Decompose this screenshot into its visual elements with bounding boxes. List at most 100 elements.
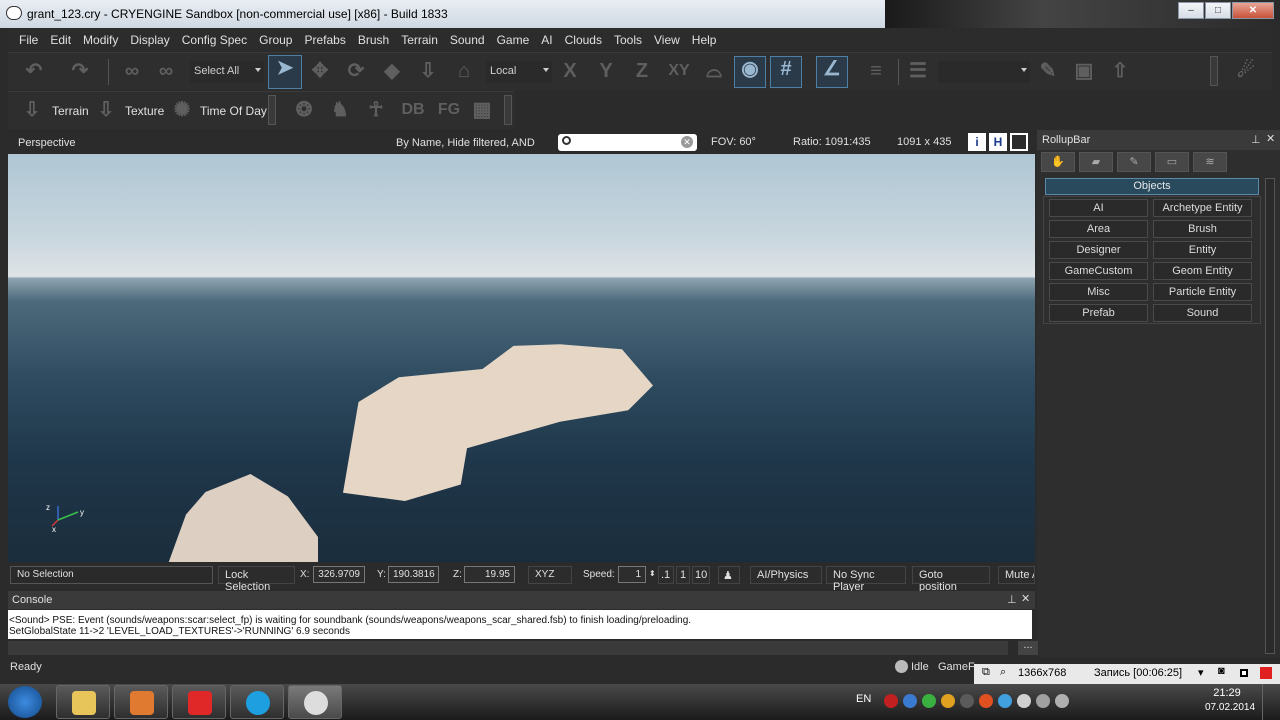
redo-icon[interactable]: ↷ <box>68 59 92 83</box>
info-toggle-button[interactable]: i <box>968 133 986 151</box>
terrain-snap-icon[interactable]: ⇩ <box>416 59 440 83</box>
tray-volume-icon[interactable] <box>1036 694 1050 708</box>
console-log[interactable]: <Sound> PSE: Event (sounds/weapons:scar:… <box>8 610 1032 639</box>
start-button[interactable] <box>8 686 42 718</box>
menu-edit[interactable]: Edit <box>45 29 76 51</box>
tray-skype-icon[interactable] <box>998 694 1012 708</box>
close-icon[interactable]: ✕ <box>1021 592 1030 605</box>
object-prefab-button[interactable]: Prefab <box>1049 304 1148 322</box>
window-icon[interactable]: ⧉ <box>982 666 990 679</box>
no-sync-player-button[interactable]: No Sync Player <box>826 566 906 593</box>
menu-file[interactable]: File <box>14 29 43 51</box>
toolbar-grip[interactable] <box>268 95 276 125</box>
grid-view-icon[interactable]: ▦ <box>470 98 494 122</box>
sun-icon[interactable]: ✺ <box>170 98 194 122</box>
object-geom-entity-button[interactable]: Geom Entity <box>1153 262 1252 280</box>
character-editor-icon[interactable]: ♞ <box>328 98 352 122</box>
menu-config-spec[interactable]: Config Spec <box>177 29 252 51</box>
toolbar-grip[interactable] <box>1210 56 1218 86</box>
tray-shield-icon[interactable] <box>941 694 955 708</box>
menu-group[interactable]: Group <box>254 29 297 51</box>
objects-section-header[interactable]: Objects <box>1045 178 1259 195</box>
tab-display-icon[interactable]: ▭ <box>1155 152 1189 172</box>
terrain-follow-icon[interactable]: ⌓ <box>702 59 726 83</box>
z-coordinate-input[interactable]: 19.95 <box>464 566 515 583</box>
object-ai-button[interactable]: AI <box>1049 199 1148 217</box>
menu-display[interactable]: Display <box>125 29 174 51</box>
close-button[interactable]: ✕ <box>1232 2 1274 19</box>
menu-prefabs[interactable]: Prefabs <box>299 29 350 51</box>
skype-taskbar-button[interactable] <box>230 685 284 719</box>
taskbar-clock[interactable]: 21:29 07.02.2014 <box>1205 687 1255 713</box>
minimize-button[interactable]: – <box>1178 2 1204 19</box>
time-of-day-label[interactable]: Time Of Day <box>200 104 267 118</box>
texture-icon[interactable]: ⇩ <box>94 98 118 122</box>
undo-icon[interactable]: ↶ <box>22 59 46 83</box>
tab-terrain-icon[interactable]: ▰ <box>1079 152 1113 172</box>
rollup-scrollbar[interactable] <box>1265 178 1275 654</box>
media-player-taskbar-button[interactable] <box>114 685 168 719</box>
database-button[interactable]: DB <box>398 98 428 122</box>
ruler-icon[interactable]: ≡ <box>864 59 888 83</box>
axis-xy-button[interactable]: XY <box>664 59 694 83</box>
lock-selection-button[interactable]: Lock Selection <box>218 566 295 593</box>
scale-icon[interactable]: ◆ <box>380 59 404 83</box>
helpers-toggle-button[interactable]: H <box>989 133 1007 151</box>
tab-modelling-icon[interactable]: ✎ <box>1117 152 1151 172</box>
axis-y-button[interactable]: Y <box>594 59 618 83</box>
terrain-icon[interactable]: ⇩ <box>20 98 44 122</box>
ai-physics-button[interactable]: AI/Physics <box>750 566 822 584</box>
speed-spinner-icon[interactable]: ⬍ <box>649 569 656 578</box>
object-snap-icon[interactable]: ⌂ <box>452 59 476 83</box>
menu-help[interactable]: Help <box>687 29 722 51</box>
object-gamecustom-button[interactable]: GameCustom <box>1049 262 1148 280</box>
layer-list-icon[interactable]: ☰ <box>906 59 930 83</box>
menu-terrain[interactable]: Terrain <box>396 29 443 51</box>
speed-input[interactable]: 1 <box>618 566 646 583</box>
menu-view[interactable]: View <box>649 29 685 51</box>
yandex-browser-taskbar-button[interactable] <box>172 685 226 719</box>
grid-snap-icon[interactable]: # <box>770 56 802 88</box>
menu-sound[interactable]: Sound <box>445 29 490 51</box>
tray-network-icon[interactable] <box>903 694 917 708</box>
terrain-collision-icon[interactable]: ♟ <box>718 566 740 584</box>
object-misc-button[interactable]: Misc <box>1049 283 1148 301</box>
tray-signal-icon[interactable] <box>1055 694 1069 708</box>
material-ball-icon[interactable]: ❂ <box>292 98 316 122</box>
speed-1-button[interactable]: 1 <box>676 566 690 584</box>
object-archetype-entity-button[interactable]: Archetype Entity <box>1153 199 1252 217</box>
object-area-button[interactable]: Area <box>1049 220 1148 238</box>
tab-objects-icon[interactable]: ✋ <box>1041 152 1075 172</box>
console-more-button[interactable]: ... <box>1018 640 1038 655</box>
cryengine-app-icon[interactable] <box>6 6 22 20</box>
pin-icon[interactable]: ⊥ <box>1007 593 1017 606</box>
axis-x-button[interactable]: X <box>558 59 582 83</box>
show-desktop-button[interactable] <box>1262 684 1280 720</box>
menu-tools[interactable]: Tools <box>609 29 647 51</box>
select-cursor-icon[interactable]: ➤ <box>268 55 302 89</box>
speed-01-button[interactable]: .1 <box>658 566 674 584</box>
tray-flag-icon[interactable] <box>1017 694 1031 708</box>
tray-opera-icon[interactable] <box>979 694 993 708</box>
tray-bluetooth-icon[interactable] <box>960 694 974 708</box>
search-icon[interactable]: ⌕ <box>1000 666 1006 679</box>
camera-snap-icon[interactable]: ◉ <box>734 56 766 88</box>
object-entity-button[interactable]: Entity <box>1153 241 1252 259</box>
y-coordinate-input[interactable]: 190.3816 <box>388 566 439 583</box>
camera-icon[interactable]: ◙ <box>1218 665 1225 677</box>
stop-icon[interactable] <box>1240 669 1248 677</box>
object-sound-button[interactable]: Sound <box>1153 304 1252 322</box>
language-indicator[interactable]: EN <box>856 693 871 705</box>
pin-icon[interactable]: ⊥ <box>1251 133 1261 146</box>
xyz-lock-button[interactable]: XYZ <box>528 566 572 584</box>
menu-modify[interactable]: Modify <box>78 29 123 51</box>
edit-material-icon[interactable]: ✎ <box>1036 59 1060 83</box>
layer-dropdown[interactable] <box>938 61 1030 83</box>
move-icon[interactable]: ✥ <box>308 59 332 83</box>
toolbar-grip[interactable] <box>504 95 512 125</box>
menu-brush[interactable]: Brush <box>353 29 394 51</box>
menu-ai[interactable]: AI <box>536 29 557 51</box>
object-filter-text[interactable]: By Name, Hide filtered, AND <box>396 137 535 149</box>
angle-snap-icon[interactable]: ∠ <box>816 56 848 88</box>
menu-clouds[interactable]: Clouds <box>560 29 607 51</box>
